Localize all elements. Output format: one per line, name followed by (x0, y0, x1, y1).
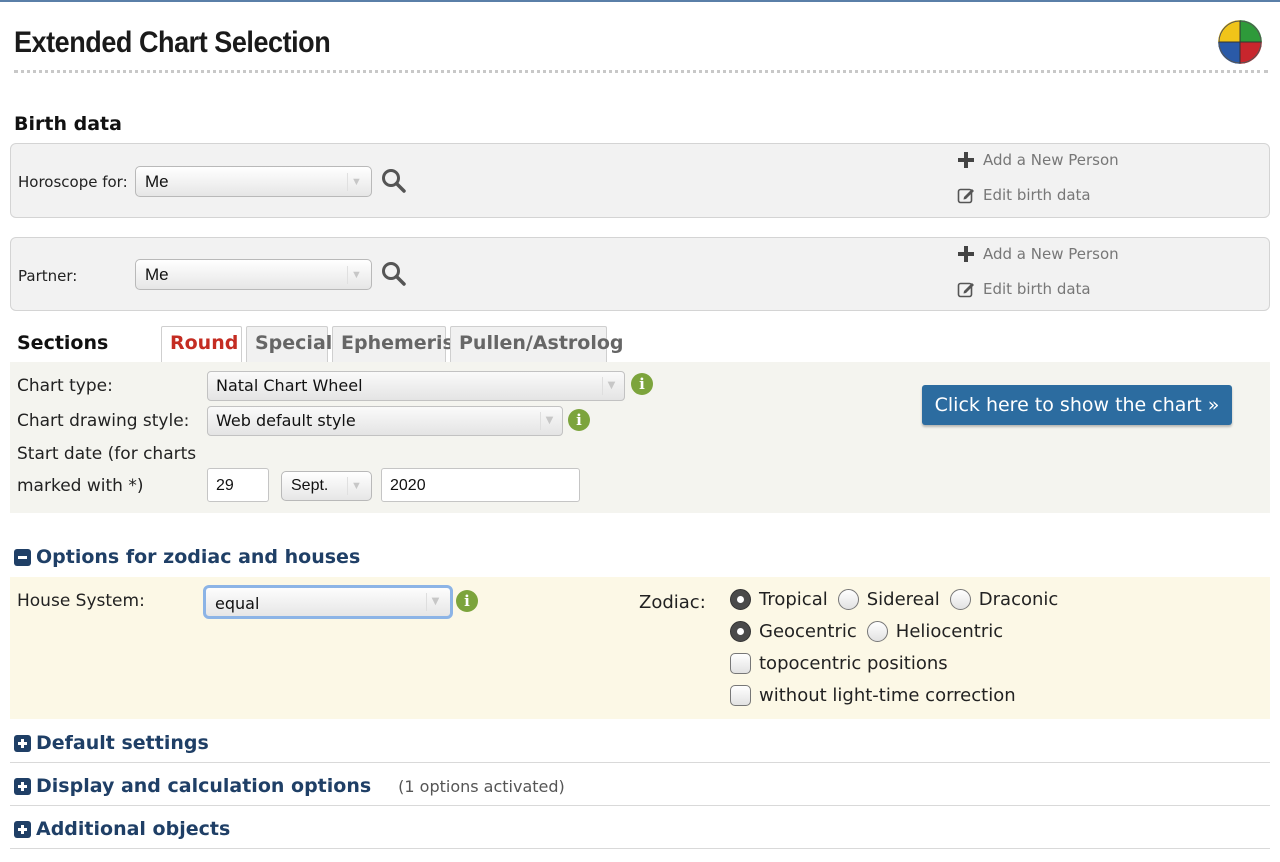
minus-icon (14, 548, 31, 566)
plus-icon (14, 777, 31, 795)
chevron-down-icon: ▼ (347, 477, 365, 495)
show-chart-button[interactable]: Click here to show the chart » (922, 385, 1232, 425)
zodiac-radio-group: Tropical Sidereal Draconic (730, 589, 1058, 610)
year-input[interactable]: 2020 (381, 468, 580, 502)
draconic-label: Draconic (978, 589, 1059, 610)
partner-select[interactable]: Me ▼ (135, 259, 372, 290)
divider (10, 805, 1270, 806)
page-title: Extended Chart Selection (14, 26, 331, 59)
light-time-option: without light-time correction (730, 685, 1016, 706)
light-time-checkbox[interactable] (730, 685, 751, 706)
chevron-down-icon: ▼ (602, 377, 620, 395)
astro-logo-icon[interactable] (1218, 20, 1262, 64)
radio-geocentric[interactable] (730, 621, 751, 642)
chevron-down-icon: ▼ (426, 593, 444, 611)
partner-select-value: Me (145, 265, 169, 284)
chart-type-select[interactable]: Natal Chart Wheel ▼ (207, 371, 625, 401)
display-calc-heading: Display and calculation options (36, 775, 372, 797)
birth-data-heading: Birth data (14, 113, 122, 135)
display-calc-toggle[interactable]: Display and calculation options (1 optio… (14, 775, 565, 797)
add-partner-link[interactable]: Add a New Person (957, 245, 1119, 263)
default-settings-toggle[interactable]: Default settings (14, 732, 209, 754)
edit-icon (957, 280, 975, 298)
chevron-down-icon: ▼ (347, 173, 365, 191)
plus-icon (14, 734, 31, 752)
plus-icon (14, 820, 31, 838)
edit-icon (957, 186, 975, 204)
house-system-select[interactable]: equal ▼ (203, 585, 453, 619)
day-input[interactable]: 29 (207, 468, 269, 502)
chevron-down-icon: ▼ (347, 266, 365, 284)
add-partner-label: Add a New Person (983, 245, 1119, 263)
search-icon[interactable] (380, 260, 408, 288)
chart-type-value: Natal Chart Wheel (216, 376, 363, 395)
additional-objects-heading: Additional objects (36, 818, 231, 840)
radio-heliocentric[interactable] (866, 621, 888, 642)
chevron-down-icon: ▼ (540, 412, 558, 430)
geocentric-label: Geocentric (759, 621, 857, 642)
sidereal-label: Sidereal (866, 589, 940, 610)
heliocentric-label: Heliocentric (895, 621, 1004, 642)
topocentric-checkbox[interactable] (730, 653, 751, 674)
info-icon[interactable]: i (631, 373, 653, 395)
month-select[interactable]: Sept. ▼ (281, 471, 372, 501)
horoscope-label: Horoscope for: (18, 173, 128, 191)
title-divider (14, 70, 1268, 73)
additional-objects-toggle[interactable]: Additional objects (14, 818, 230, 840)
house-system-label: House System: (17, 591, 145, 611)
sections-heading: Sections (17, 332, 109, 354)
plus-icon (957, 245, 975, 263)
topocentric-option: topocentric positions (730, 653, 948, 674)
tropical-label: Tropical (759, 589, 828, 610)
horoscope-select-value: Me (145, 172, 169, 191)
edit-birth-data-label: Edit birth data (983, 186, 1091, 204)
chart-type-label: Chart type: (17, 376, 113, 396)
divider (10, 762, 1270, 763)
drawing-style-label: Chart drawing style: (17, 411, 190, 431)
default-settings-heading: Default settings (36, 732, 209, 754)
options-activated-note: (1 options activated) (398, 776, 565, 796)
drawing-style-select[interactable]: Web default style ▼ (207, 406, 563, 436)
edit-partner-data-link[interactable]: Edit birth data (957, 280, 1091, 298)
radio-tropical[interactable] (730, 589, 751, 610)
plus-icon (957, 151, 975, 169)
add-person-link[interactable]: Add a New Person (957, 151, 1119, 169)
info-icon[interactable]: i (568, 409, 590, 431)
zodiac-houses-toggle[interactable]: Options for zodiac and houses (14, 546, 360, 568)
zodiac-label: Zodiac: (639, 592, 706, 613)
start-date-label-2: marked with *) (17, 476, 144, 496)
tab-special[interactable]: Special (246, 326, 332, 362)
radio-draconic[interactable] (949, 589, 971, 610)
divider (10, 848, 1270, 849)
partner-label: Partner: (18, 267, 78, 285)
radio-sidereal[interactable] (837, 589, 859, 610)
drawing-style-value: Web default style (216, 411, 356, 430)
edit-partner-data-label: Edit birth data (983, 280, 1091, 298)
horoscope-select[interactable]: Me ▼ (135, 166, 372, 197)
zodiac-houses-heading: Options for zodiac and houses (36, 546, 361, 568)
edit-birth-data-link[interactable]: Edit birth data (957, 186, 1091, 204)
month-value: Sept. (291, 477, 329, 494)
start-date-label-1: Start date (for charts (17, 444, 197, 464)
topocentric-label: topocentric positions (759, 653, 948, 674)
top-border (0, 0, 1280, 2)
house-system-value: equal (215, 594, 260, 613)
light-time-label: without light-time correction (759, 685, 1016, 706)
center-radio-group: Geocentric Heliocentric (730, 621, 1003, 642)
info-icon[interactable]: i (456, 590, 478, 612)
tab-ephemeris[interactable]: Ephemeris (332, 326, 454, 362)
search-icon[interactable] (380, 167, 408, 195)
tab-round[interactable]: Round (161, 326, 242, 362)
tab-pullen-astrolog[interactable]: Pullen/Astrolog (450, 326, 624, 362)
add-person-label: Add a New Person (983, 151, 1119, 169)
